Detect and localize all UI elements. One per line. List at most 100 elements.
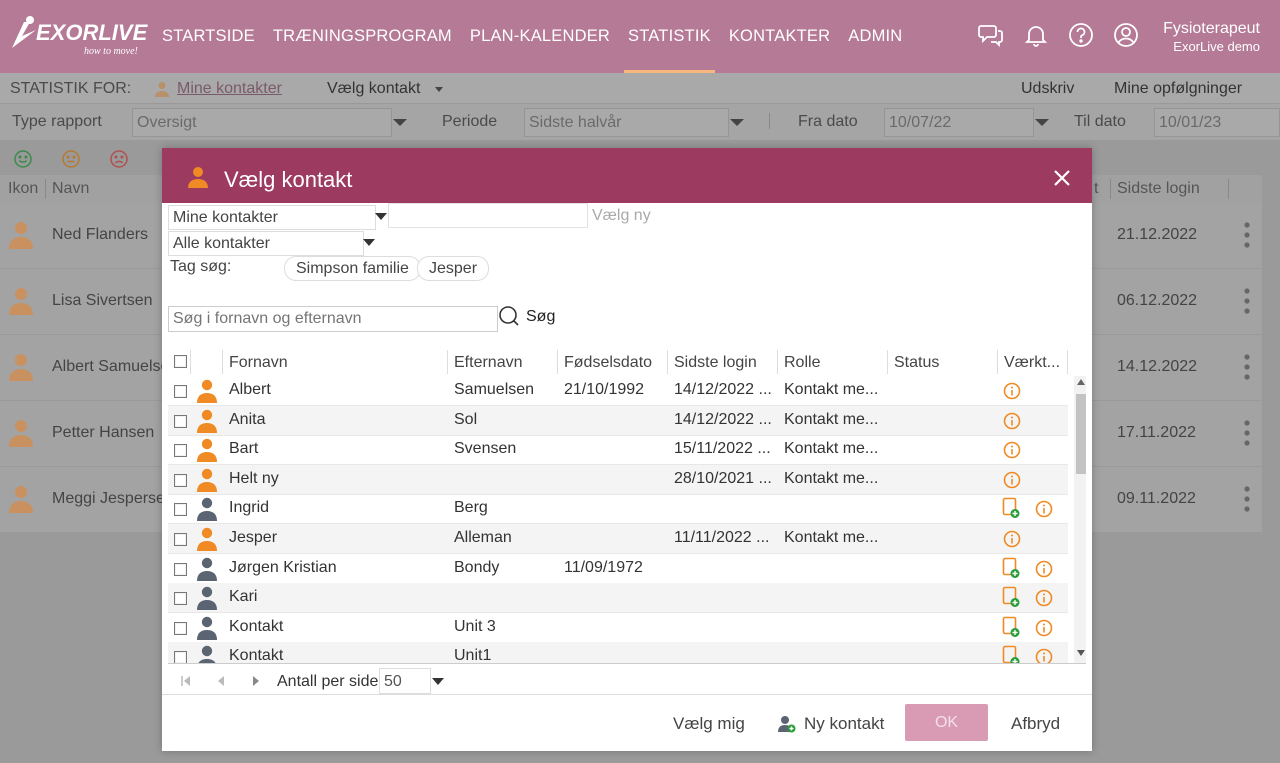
info-icon[interactable] <box>1003 382 1021 400</box>
table-row[interactable]: Helt ny 28/10/2021 ... Kontakt me... <box>168 464 1068 495</box>
more-vertical-icon[interactable] <box>1240 220 1254 250</box>
chat-icon[interactable] <box>978 22 1004 48</box>
row-checkbox[interactable] <box>174 444 187 458</box>
info-icon[interactable] <box>1035 619 1053 637</box>
row-checkbox[interactable] <box>174 592 187 606</box>
nav-startside[interactable]: STARTSIDE <box>162 0 255 73</box>
contact-group-select[interactable]: Mine kontakter <box>168 205 376 230</box>
first-page-icon[interactable] <box>181 675 191 687</box>
print-button[interactable]: Udskriv <box>1021 80 1074 98</box>
col-last-login[interactable]: Sidste login <box>1117 180 1200 198</box>
sad-face-icon[interactable] <box>108 148 130 170</box>
chevron-down-icon[interactable] <box>1035 119 1049 126</box>
choose-new-label[interactable]: Vælg ny <box>592 207 651 225</box>
all-contacts-select[interactable]: Alle kontakter <box>168 231 364 256</box>
help-icon[interactable] <box>1068 22 1094 48</box>
tag-jesper[interactable]: Jesper <box>417 256 490 281</box>
info-icon[interactable] <box>1035 648 1053 664</box>
table-row[interactable]: Bart Svensen 15/11/2022 ... Kontakt me... <box>168 435 1068 466</box>
info-icon[interactable] <box>1003 441 1021 459</box>
add-program-icon[interactable] <box>1002 616 1020 638</box>
happy-face-icon[interactable] <box>12 148 34 170</box>
to-date-input[interactable]: 10/01/23 <box>1154 108 1280 137</box>
col-role[interactable]: Rolle <box>784 354 820 372</box>
table-row[interactable]: Ingrid Berg <box>168 494 1068 525</box>
from-date-input[interactable]: 10/07/22 <box>884 108 1034 137</box>
table-row[interactable]: Anita Sol 14/12/2022 ... Kontakt me... <box>168 405 1068 436</box>
chevron-down-icon[interactable] <box>363 239 375 246</box>
info-icon[interactable] <box>1035 589 1053 607</box>
choose-contact-dropdown[interactable]: Vælg kontakt <box>327 80 420 98</box>
followups-button[interactable]: Mine opfølgninger <box>1114 80 1242 98</box>
row-checkbox[interactable] <box>174 651 187 663</box>
chevron-down-icon[interactable] <box>432 678 444 685</box>
info-icon[interactable] <box>1035 500 1053 518</box>
scroll-down-arrow-icon[interactable] <box>1077 650 1085 656</box>
bell-icon[interactable] <box>1023 22 1049 48</box>
info-icon[interactable] <box>1003 412 1021 430</box>
row-checkbox[interactable] <box>174 414 187 428</box>
info-icon[interactable] <box>1035 560 1053 578</box>
info-icon[interactable] <box>1003 530 1021 548</box>
add-program-icon[interactable] <box>1002 645 1020 664</box>
info-icon[interactable] <box>1003 471 1021 489</box>
new-contact-input[interactable] <box>388 203 588 228</box>
per-page-select[interactable]: 50 <box>379 668 431 694</box>
table-row[interactable]: Jesper Alleman 11/11/2022 ... Kontakt me... <box>168 524 1068 554</box>
scroll-thumb[interactable] <box>1076 394 1086 474</box>
ok-button[interactable]: OK <box>905 704 988 741</box>
nav-traeningsprogram[interactable]: TRÆNINGSPROGRAM <box>273 0 452 73</box>
more-vertical-icon[interactable] <box>1240 418 1254 448</box>
add-program-icon[interactable] <box>1002 586 1020 608</box>
col-last-login[interactable]: Sidste login <box>674 354 757 372</box>
col-tools[interactable]: Værkt... <box>1004 354 1060 372</box>
my-contacts-link[interactable]: Mine kontakter <box>177 80 282 98</box>
table-row[interactable]: Jørgen Kristian Bondy 11/09/1972 <box>168 554 1068 584</box>
user-name[interactable]: Fysioterapeut <box>1163 20 1260 38</box>
grid-scrollbar[interactable] <box>1074 376 1086 663</box>
period-select[interactable]: Sidste halvår <box>524 108 729 137</box>
search-button[interactable]: Søg <box>498 304 555 330</box>
nav-kontakter[interactable]: KONTAKTER <box>729 0 830 73</box>
table-row[interactable]: Albert Samuelsen 21/10/1992 14/12/2022 ... K… <box>168 376 1068 406</box>
chevron-down-icon[interactable] <box>393 119 407 126</box>
row-checkbox[interactable] <box>174 385 187 398</box>
report-type-select[interactable]: Oversigt <box>132 108 392 137</box>
nav-statistik[interactable]: STATISTIK <box>624 0 715 73</box>
col-name[interactable]: Navn <box>52 180 89 198</box>
nav-admin[interactable]: ADMIN <box>848 0 902 73</box>
add-program-icon[interactable] <box>1002 557 1020 579</box>
next-page-icon[interactable] <box>251 675 261 687</box>
col-status[interactable]: Status <box>894 354 939 372</box>
previous-page-icon[interactable] <box>216 675 226 687</box>
select-all-checkbox[interactable] <box>174 355 187 368</box>
close-icon[interactable] <box>1052 168 1072 188</box>
col-icon[interactable]: Ikon <box>8 180 38 198</box>
table-row[interactable]: Kontakt Unit 3 <box>168 613 1068 643</box>
row-checkbox[interactable] <box>174 562 187 576</box>
row-checkbox[interactable] <box>174 621 187 635</box>
row-checkbox[interactable] <box>174 503 187 517</box>
add-program-icon[interactable] <box>1002 497 1020 519</box>
col-last-name[interactable]: Efternavn <box>454 354 522 372</box>
table-row[interactable]: Kontakt Unit1 <box>168 642 1068 664</box>
table-row[interactable]: Kari <box>168 583 1068 614</box>
chevron-down-icon[interactable] <box>375 213 387 220</box>
account-icon[interactable] <box>1113 22 1139 48</box>
row-checkbox[interactable] <box>174 473 187 487</box>
chevron-down-icon[interactable] <box>730 119 744 126</box>
more-vertical-icon[interactable] <box>1240 484 1254 514</box>
more-vertical-icon[interactable] <box>1240 286 1254 316</box>
exorlive-logo[interactable]: EXORLIVE how to move! <box>8 14 153 60</box>
tag-simpson-familie[interactable]: Simpson familie <box>284 256 421 281</box>
cancel-button[interactable]: Afbryd <box>1011 714 1060 734</box>
nav-plan-kalender[interactable]: PLAN-KALENDER <box>470 0 610 73</box>
more-vertical-icon[interactable] <box>1240 352 1254 382</box>
neutral-face-icon[interactable] <box>60 148 82 170</box>
choose-me-button[interactable]: Vælg mig <box>673 714 745 734</box>
scroll-up-arrow-icon[interactable] <box>1077 379 1085 385</box>
col-first-name[interactable]: Fornavn <box>229 354 288 372</box>
new-contact-button[interactable]: Ny kontakt <box>778 714 884 734</box>
name-search-input[interactable] <box>168 306 498 332</box>
row-checkbox[interactable] <box>174 533 187 546</box>
